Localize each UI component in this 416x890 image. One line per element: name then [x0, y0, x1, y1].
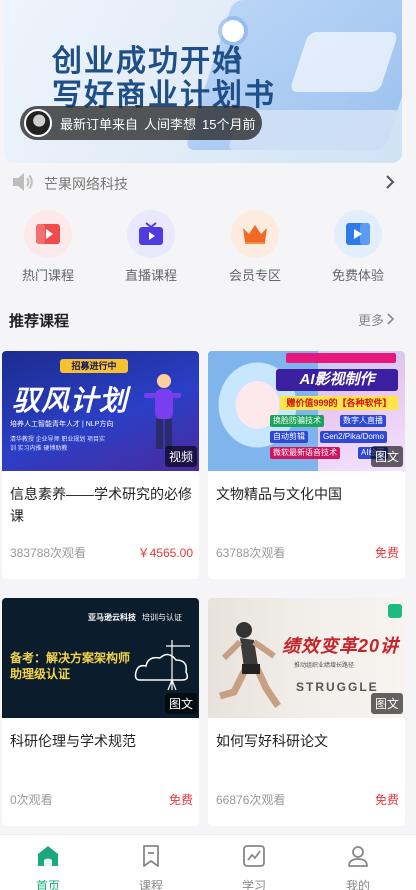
crown-icon	[231, 210, 279, 258]
order-ticker-prefix: 最新订单来自	[60, 116, 139, 132]
course-thumbnail: 绩效变革20讲 推动组织业绩增长路径 STRUGGLE 图文	[208, 598, 405, 718]
more-link[interactable]: 更多	[358, 310, 384, 329]
shortcut-grid: 热门课程 直播课程 会员专区 免费体验	[0, 210, 416, 285]
chevron-right-icon	[386, 175, 395, 189]
tab-study[interactable]: 学习	[224, 843, 284, 890]
shortcut-label: 热门课程	[21, 268, 74, 283]
shortcut-live-course[interactable]: 直播课程	[106, 210, 196, 284]
shortcut-label: 免费体验	[331, 268, 384, 283]
thumb-gift: 赠价值999的【各种软件】	[280, 396, 398, 410]
thumb-ribbon: 自动剪辑	[270, 431, 308, 443]
tab-home[interactable]: 首页	[18, 843, 78, 890]
cloud-tower-icon	[134, 640, 190, 691]
thumb-ribbon: 数字人直播	[340, 415, 386, 427]
shortcut-member-zone[interactable]: 会员专区	[210, 210, 300, 284]
notice-bar[interactable]: 芒果网络科技	[0, 168, 416, 196]
tab-label: 首页	[35, 879, 60, 890]
course-price: 免费	[374, 793, 399, 807]
view-count: 383788次观看	[10, 546, 87, 560]
notice-text: 芒果网络科技	[44, 176, 128, 192]
hot-course-icon	[24, 210, 72, 258]
thumb-headline: 驭风计划	[12, 385, 129, 416]
shortcut-label: 会员专区	[228, 268, 281, 283]
order-ticker-time: 15个月前	[202, 116, 256, 132]
runner-illustration	[219, 622, 281, 708]
tab-label: 学习	[241, 879, 266, 890]
tab-label: 课程	[138, 879, 163, 890]
course-card[interactable]: 招募进行中 驭风计划 培养人工智能青年人才 | NLP方向 清华教授 企业导师 …	[2, 351, 199, 579]
thumb-headline: 备考：解决方案架构师助理级认证	[10, 651, 131, 681]
content-type-badge: 视频	[164, 446, 197, 467]
thumb-lines: 清华教授 企业导师 职业规划 项目实训 实习内推 硬博助教	[10, 437, 106, 452]
thumb-ribbon: 微软最新语音技术	[270, 447, 340, 459]
user-icon	[348, 846, 368, 867]
thumb-brand-sub: 培训与认证	[142, 613, 182, 622]
thumb-banner-strip	[286, 353, 396, 363]
banner-dot	[234, 46, 239, 51]
course-thumbnail: 亚马逊云科技 培训与认证 备考：解决方案架构师助理级认证 图文	[2, 598, 199, 718]
thumb-ribbon: 换脸防骗技术	[270, 415, 324, 427]
content-type-badge: 图文	[370, 693, 403, 714]
tab-courses[interactable]: 课程	[121, 843, 181, 890]
thumb-headline: 绩效变革20讲	[282, 636, 400, 656]
bottom-tab-bar: 首页 课程 学习 我的	[0, 834, 416, 890]
course-card[interactable]: 亚马逊云科技 培训与认证 备考：解决方案架构师助理级认证 图文 科研伦理与学术规…	[2, 598, 199, 826]
study-chart-icon	[243, 845, 265, 867]
home-icon	[38, 846, 58, 866]
shortcut-free-trial[interactable]: 免费体验	[313, 210, 403, 284]
avatar	[24, 109, 52, 137]
tab-label: 我的	[345, 879, 370, 890]
course-card[interactable]: 绩效变革20讲 推动组织业绩增长路径 STRUGGLE 图文 如何写好科研论文 …	[208, 598, 405, 826]
view-count: 0次观看	[10, 793, 53, 807]
view-count: 63788次观看	[216, 546, 286, 560]
free-trial-icon	[334, 210, 382, 258]
course-price: ￥4565.00	[137, 546, 193, 560]
course-price: 免费	[168, 793, 193, 807]
shortcut-hot-course[interactable]: 热门课程	[3, 210, 93, 284]
chevron-right-icon[interactable]	[387, 313, 395, 325]
content-type-badge: 图文	[164, 693, 197, 714]
thumb-headline: AI影视制作	[276, 369, 398, 391]
bookmark-icon	[143, 845, 159, 867]
banner[interactable]: 创业成功开始 写好商业计划书 最新订单来自 人间李想 15个月前	[4, 0, 402, 163]
course-thumbnail: 招募进行中 驭风计划 培养人工智能青年人才 | NLP方向 清华教授 企业导师 …	[2, 351, 199, 471]
view-count: 66876次观看	[216, 793, 286, 807]
qr-badge-icon	[388, 604, 402, 618]
thumb-word: STRUGGLE	[296, 680, 379, 694]
content-type-badge: 图文	[370, 446, 403, 467]
section-title: 推荐课程	[9, 313, 70, 330]
thumb-sub: 推动组织业绩增长路径	[294, 663, 355, 669]
thumb-sub: 培养人工智能青年人才 | NLP方向	[10, 421, 114, 428]
course-title: 科研伦理与学术规范	[10, 733, 136, 749]
order-ticker: 最新订单来自 人间李想 15个月前	[20, 106, 262, 140]
shortcut-label: 直播课程	[124, 268, 177, 283]
course-title: 文物精品与文化中国	[216, 486, 342, 502]
banner-dot	[234, 56, 239, 61]
course-price: 免费	[374, 546, 399, 560]
order-ticker-user: 人间李想	[144, 116, 197, 132]
course-thumbnail: AI影视制作 赠价值999的【各种软件】 换脸防骗技术 数字人直播 自动剪辑 G…	[208, 351, 405, 471]
thumb-ribbon: Gen2/Pika/Domo	[320, 431, 387, 443]
course-title: 如何写好科研论文	[216, 733, 328, 749]
thumb-brand: 亚马逊云科技	[88, 613, 136, 622]
speaker-icon	[13, 173, 33, 191]
live-tv-icon	[127, 210, 175, 258]
thumb-header: 招募进行中	[60, 359, 128, 373]
course-title: 信息素养——学术研究的必修课	[10, 486, 192, 524]
course-card[interactable]: AI影视制作 赠价值999的【各种软件】 换脸防骗技术 数字人直播 自动剪辑 G…	[208, 351, 405, 579]
tab-profile[interactable]: 我的	[328, 843, 388, 890]
recommended-header: 推荐课程 更多	[0, 306, 416, 332]
